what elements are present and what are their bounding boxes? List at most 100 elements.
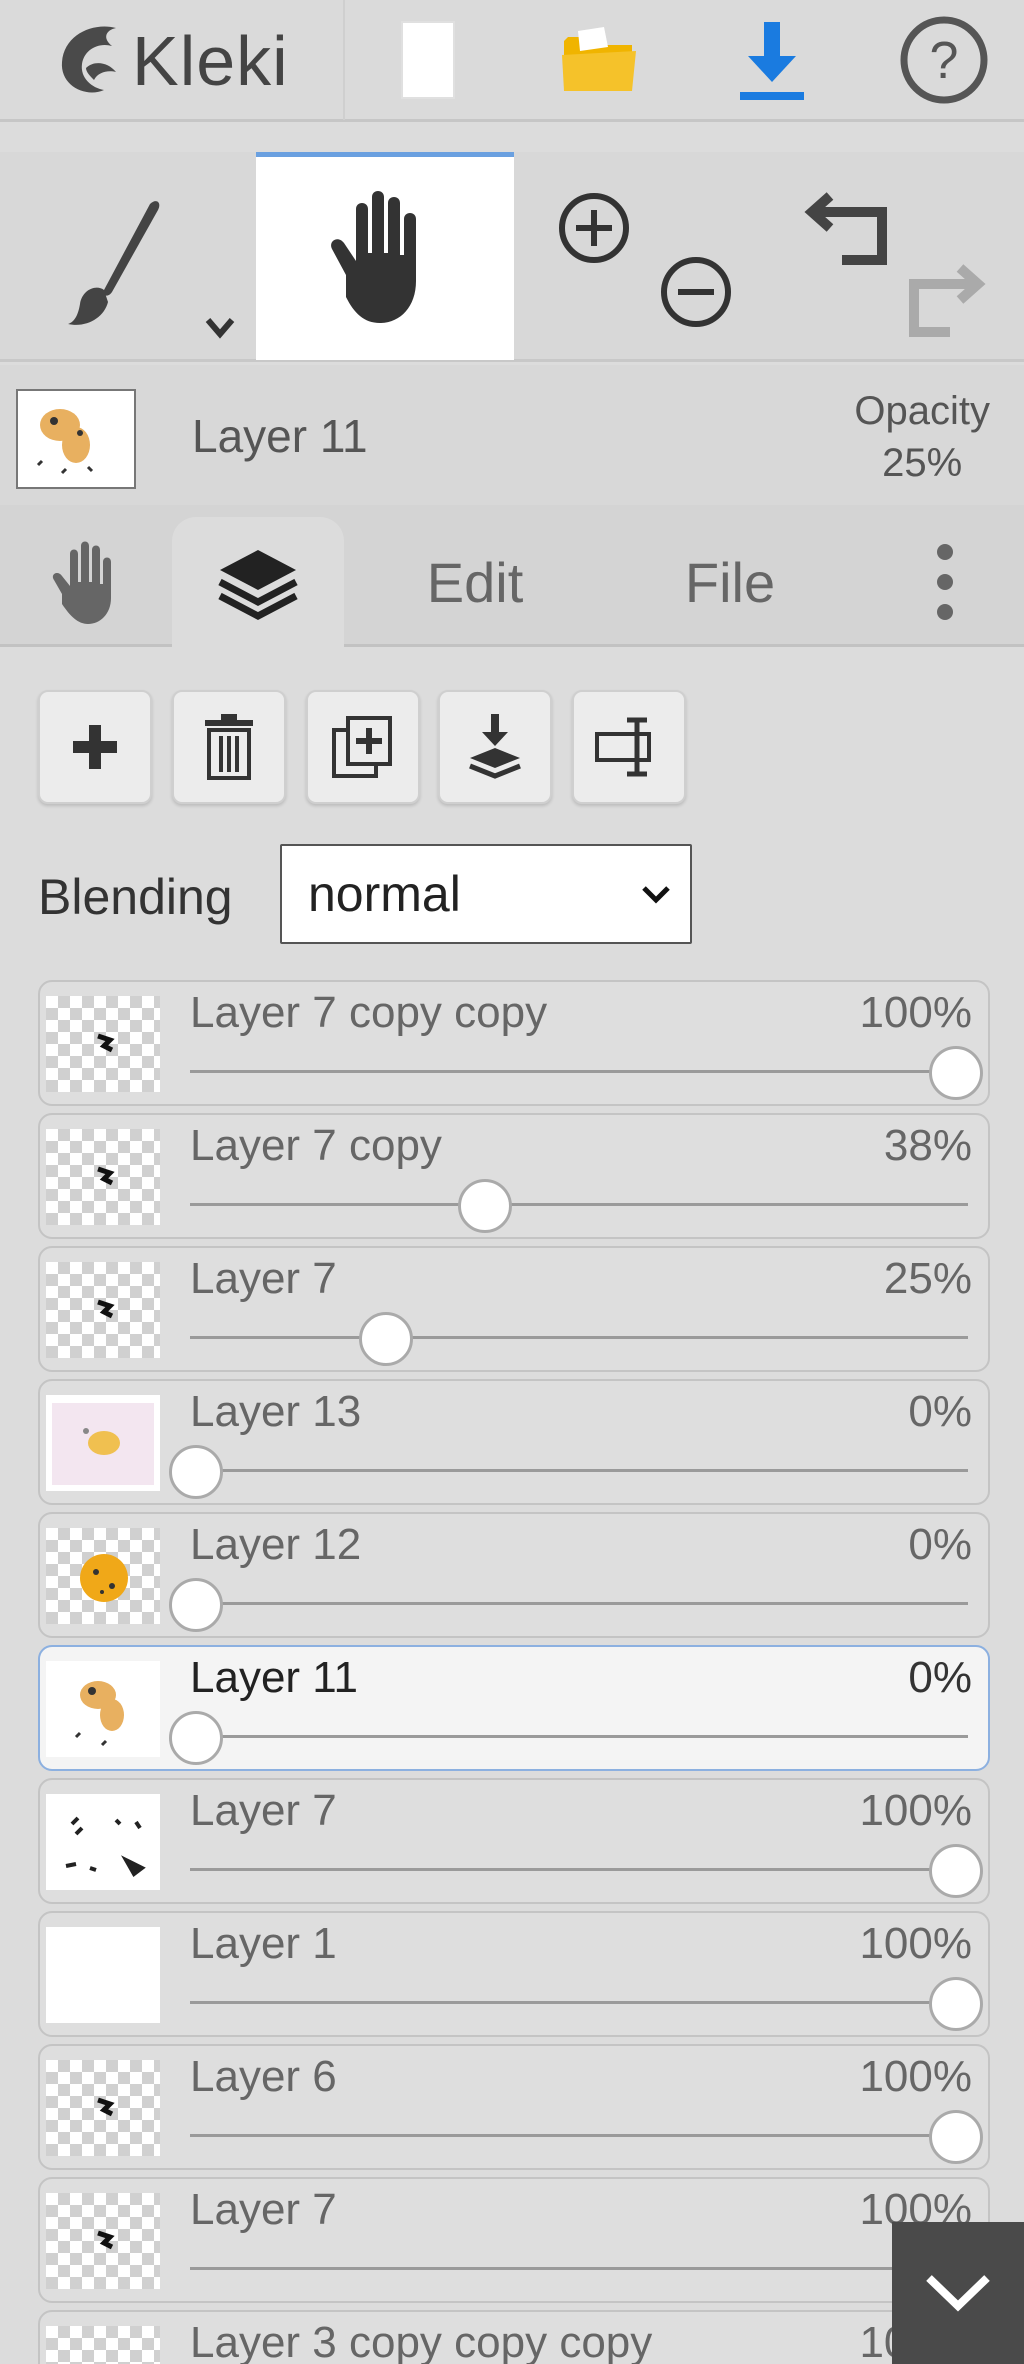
- tab-more[interactable]: [900, 517, 990, 647]
- opacity-slider-track[interactable]: [190, 2267, 968, 2270]
- layer-row[interactable]: Layer 7 copy 38%: [38, 1113, 990, 1239]
- opacity-slider-handle[interactable]: [929, 2110, 983, 2164]
- layer-row[interactable]: Layer 7 25%: [38, 1246, 990, 1372]
- layer-thumbnail: [46, 2326, 160, 2364]
- zoom-tool: [514, 152, 770, 360]
- layer-name: Layer 3 copy copy copy: [190, 2318, 653, 2364]
- layer-name: Layer 13: [190, 1387, 362, 1436]
- layers-icon: [218, 550, 298, 620]
- opacity-slider-handle[interactable]: [359, 1312, 413, 1366]
- tool-row: [0, 152, 1024, 362]
- redo-icon[interactable]: [909, 264, 986, 337]
- save-button[interactable]: [712, 10, 832, 110]
- opacity-slider-track[interactable]: [190, 2134, 968, 2137]
- current-layer-thumbnail: [16, 389, 136, 489]
- opacity-slider-track[interactable]: [190, 1868, 968, 1871]
- opacity-slider-track[interactable]: [190, 1735, 968, 1738]
- kleki-logo-icon: [61, 26, 116, 93]
- layer-name: Layer 7: [190, 1786, 337, 1835]
- layer-row[interactable]: Layer 1 100%: [38, 1911, 990, 2037]
- opacity-label: Opacity: [854, 389, 990, 433]
- rename-layer-button[interactable]: [572, 690, 686, 804]
- layer-opacity-value: 100%: [859, 1919, 972, 1968]
- zoom-in-icon[interactable]: [559, 193, 629, 263]
- plus-icon: [73, 725, 117, 769]
- help-icon: ?: [900, 16, 988, 104]
- layer-opacity-value: 100%: [859, 988, 972, 1037]
- layer-row[interactable]: Layer 11 0%: [38, 1645, 990, 1771]
- layer-row[interactable]: Layer 6 100%: [38, 2044, 990, 2170]
- opacity-value: 25%: [882, 441, 963, 485]
- layer-name: Layer 1: [190, 1919, 337, 1968]
- layer-opacity-value: 0%: [908, 1387, 972, 1436]
- open-button[interactable]: [540, 10, 660, 110]
- opacity-slider-handle[interactable]: [169, 1711, 223, 1765]
- help-button[interactable]: ?: [884, 10, 1004, 110]
- layer-name: Layer 11: [190, 1653, 358, 1702]
- layer-thumbnail: [46, 996, 160, 1092]
- opacity-slider-track[interactable]: [190, 1602, 968, 1605]
- layer-row[interactable]: Layer 13 0%: [38, 1379, 990, 1505]
- merge-down-icon: [469, 714, 521, 779]
- folder-icon: [562, 27, 636, 91]
- duplicate-icon: [332, 716, 392, 778]
- hand-icon: [52, 541, 111, 624]
- tab-edit[interactable]: Edit: [380, 517, 570, 647]
- delete-layer-button[interactable]: [172, 690, 286, 804]
- panel-tabs: Edit File: [0, 505, 1024, 647]
- tab-layers[interactable]: [172, 517, 344, 647]
- blending-label: Blending: [38, 869, 233, 925]
- opacity-slider-track[interactable]: [190, 2001, 968, 2004]
- opacity-slider-handle[interactable]: [929, 1977, 983, 2031]
- layer-opacity-value: 0%: [908, 1653, 972, 1702]
- tab-hand[interactable]: [0, 517, 170, 647]
- merge-down-button[interactable]: [438, 690, 552, 804]
- opacity-slider-track[interactable]: [190, 1469, 968, 1472]
- hand-icon: [331, 191, 416, 323]
- trash-icon: [205, 714, 253, 780]
- scroll-down-button[interactable]: [892, 2222, 1024, 2364]
- new-image-button[interactable]: [368, 10, 488, 110]
- undo-redo-tool: [770, 152, 1024, 360]
- layer-thumbnail: [46, 2060, 160, 2156]
- undo-icon[interactable]: [804, 192, 887, 265]
- brush-tool-button[interactable]: [0, 152, 256, 360]
- opacity-slider-handle[interactable]: [929, 1046, 983, 1100]
- opacity-slider-handle[interactable]: [169, 1578, 223, 1632]
- layer-row[interactable]: Layer 7 copy copy 100%: [38, 980, 990, 1106]
- current-layer-name: Layer 11: [192, 410, 368, 462]
- tab-file[interactable]: File: [630, 517, 830, 647]
- opacity-slider-handle[interactable]: [457, 1179, 512, 1233]
- layer-row[interactable]: Layer 7 100%: [38, 2177, 990, 2303]
- add-layer-button[interactable]: [38, 690, 152, 804]
- layer-name: Layer 7: [190, 1254, 337, 1303]
- layer-name: Layer 7 copy: [190, 1121, 442, 1170]
- layer-opacity-value: 100%: [859, 1786, 972, 1835]
- opacity-slider-track[interactable]: [190, 1070, 968, 1073]
- layer-thumbnail: [46, 1262, 160, 1358]
- blending-select[interactable]: normal: [280, 844, 692, 944]
- more-vertical-icon: [937, 544, 953, 620]
- hand-tool-button[interactable]: [256, 152, 514, 360]
- layer-name: Layer 7: [190, 2185, 337, 2234]
- opacity-slider-track[interactable]: [190, 1203, 968, 1206]
- rename-icon: [595, 717, 651, 777]
- layer-row[interactable]: Layer 12 0%: [38, 1512, 990, 1638]
- layer-thumbnail: [46, 1794, 160, 1890]
- app-logo[interactable]: Kleki: [46, 14, 289, 108]
- current-layer-opacity: Opacity 25%: [854, 385, 990, 489]
- layer-opacity-value: 100%: [859, 2052, 972, 2101]
- duplicate-layer-button[interactable]: [306, 690, 420, 804]
- opacity-slider-track[interactable]: [190, 1336, 968, 1339]
- new-document-icon: [401, 21, 455, 99]
- opacity-slider-handle[interactable]: [169, 1445, 223, 1499]
- zoom-out-icon[interactable]: [661, 257, 731, 327]
- app-name: Kleki: [132, 22, 289, 100]
- opacity-slider-handle[interactable]: [929, 1844, 983, 1898]
- layer-row[interactable]: Layer 7 100%: [38, 1778, 990, 1904]
- layer-row[interactable]: Layer 3 copy copy copy100%: [38, 2310, 990, 2364]
- layer-opacity-value: 38%: [883, 1121, 972, 1170]
- layer-thumbnail: [46, 1927, 160, 2023]
- layer-opacity-value: 25%: [883, 1254, 972, 1303]
- layer-name: Layer 7 copy copy: [190, 988, 548, 1037]
